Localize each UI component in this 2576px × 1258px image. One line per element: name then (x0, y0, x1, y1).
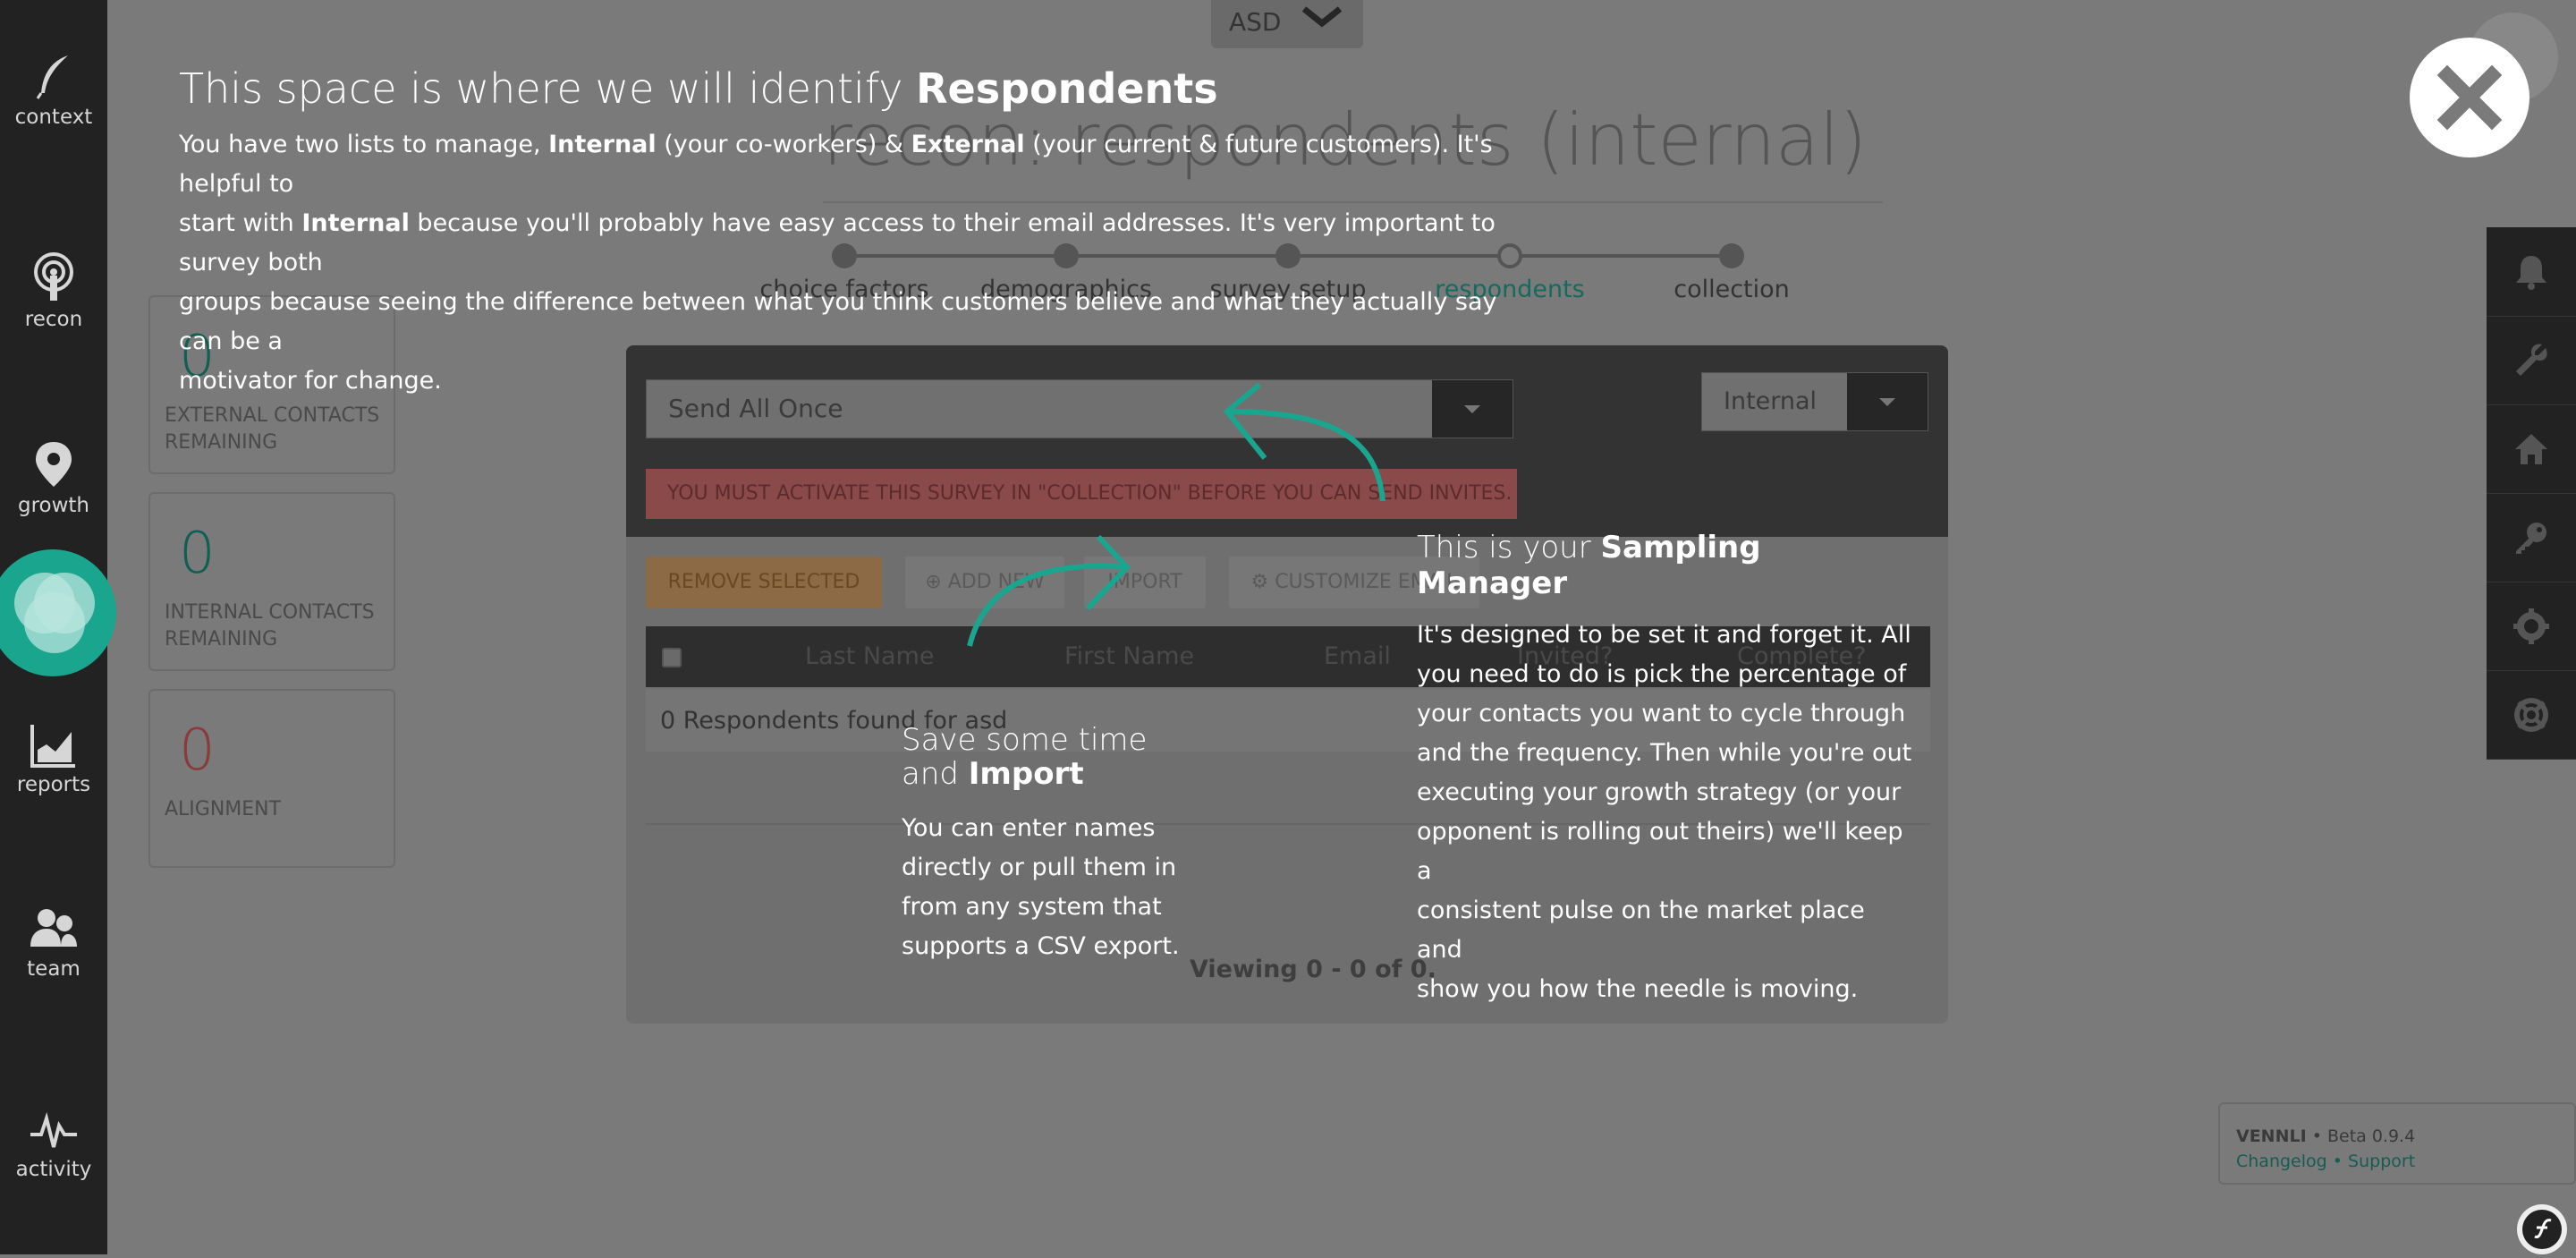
coach-import-text: You can enter names directly or pull the… (902, 814, 1180, 960)
select-all-checkbox[interactable] (662, 648, 682, 667)
stat-value: 0 (179, 521, 216, 587)
version-info: VENNLI • Beta 0.9.4 Changelog • Support (2218, 1102, 2576, 1185)
column-email[interactable]: Email (1324, 626, 1391, 687)
org-select[interactable]: ASD (1211, 0, 1363, 48)
close-button[interactable] (2410, 38, 2529, 157)
radar-icon (34, 252, 73, 301)
version-label: • Beta 0.9.4 (2311, 1126, 2416, 1146)
caret-down-icon (1464, 405, 1480, 413)
step-label-collection[interactable]: collection (1674, 276, 1790, 303)
coach-main: This space is where we will identify Res… (179, 64, 1521, 401)
changelog-link[interactable]: Changelog (2236, 1152, 2327, 1171)
list-type-select[interactable]: Internal (1701, 372, 1928, 431)
caret-down-icon (1879, 398, 1895, 406)
sf-logo-icon (2522, 1210, 2562, 1249)
coach-arrow-sampling (1223, 382, 1385, 502)
sidebar-item-active-venn[interactable] (0, 549, 116, 676)
coach-sampling-title: This is your Sampling Manager (1417, 530, 1761, 601)
org-select-value: ASD (1229, 7, 1282, 37)
lifebuoy-icon (2514, 698, 2548, 732)
stat-card-alignment: 0 Alignment (148, 689, 395, 868)
wrench-icon (2516, 344, 2547, 376)
key-button[interactable] (2487, 493, 2576, 582)
stat-label: Internal contacts remaining (165, 601, 375, 650)
remove-selected-button[interactable]: Remove Selected (646, 557, 882, 608)
sidebar-item-team[interactable]: team (0, 907, 107, 981)
map-pin-icon (36, 442, 72, 487)
sidebar-item-reports[interactable]: reports (0, 723, 107, 796)
gear-icon (2513, 608, 2549, 644)
sidebar-item-activity[interactable]: activity (0, 1108, 107, 1181)
stat-card-internal: 0 Internal contacts remaining (148, 492, 395, 671)
close-icon (2436, 64, 2503, 131)
sidebar-item-label: activity (15, 1158, 92, 1181)
column-last-name[interactable]: Last Name (805, 626, 934, 687)
sidebar-item-label: growth (17, 494, 90, 517)
notifications-button[interactable] (2487, 227, 2576, 317)
pagination-status: Viewing 0 - 0 of 0. (1190, 956, 1436, 983)
support-link[interactable]: Support (2348, 1152, 2415, 1171)
stat-label: External contacts remaining (165, 404, 380, 454)
stat-value: 0 (179, 718, 216, 784)
sidebar-item-label: reports (16, 773, 91, 796)
step-dot-collection[interactable] (1719, 243, 1744, 268)
list-type-caret[interactable] (1847, 373, 1928, 430)
sidebar-item-label: context (14, 106, 93, 129)
sidebar-item-label: team (27, 957, 80, 981)
coach-import: Save some time and Import You can enter n… (902, 723, 1224, 966)
venn-icon (14, 573, 95, 653)
sidebar-item-label: recon (24, 308, 83, 331)
footer-links: Changelog • Support (2236, 1149, 2558, 1174)
pulse-icon (30, 1111, 77, 1148)
people-icon (30, 909, 77, 947)
coach-main-text: You have two lists to manage, Internal (… (179, 131, 1497, 395)
sidebar-item-recon[interactable]: recon (0, 252, 107, 331)
chevron-down-icon (1301, 6, 1343, 28)
coach-sampling-text: It's designed to be set it and forget it… (1417, 621, 1912, 1003)
symfony-debug-icon[interactable] (2517, 1204, 2567, 1254)
quill-icon (36, 55, 68, 99)
left-sidebar: context recon growth reports team activi… (0, 0, 116, 1254)
right-toolbar (2487, 227, 2576, 760)
settings-button[interactable] (2487, 582, 2576, 671)
sidebar-item-growth[interactable]: growth (0, 440, 107, 517)
help-button[interactable] (2487, 670, 2576, 760)
coach-main-title: This space is where we will identify Res… (179, 64, 1218, 113)
tools-button[interactable] (2487, 316, 2576, 405)
home-button[interactable] (2487, 404, 2576, 494)
coach-arrow-import (957, 533, 1131, 647)
version-line: VENNLI • Beta 0.9.4 (2236, 1124, 2558, 1149)
list-type-value: Internal (1724, 387, 1818, 415)
bell-icon (2516, 256, 2546, 290)
key-icon (2516, 523, 2546, 554)
coach-sampling-manager: This is your Sampling Manager It's desig… (1417, 530, 1918, 1009)
brand-name: VENNLI (2236, 1126, 2307, 1146)
link-separator: • (2332, 1152, 2343, 1171)
stat-label: Alignment (165, 798, 282, 820)
bar-chart-icon (30, 725, 75, 768)
home-icon (2515, 434, 2547, 464)
sidebar-item-context[interactable]: context (0, 54, 107, 129)
coach-import-title: Save some time and Import (902, 722, 1148, 792)
